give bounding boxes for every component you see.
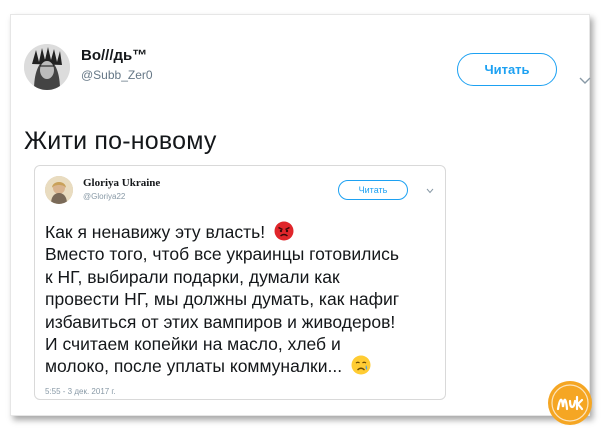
quoted-author-name[interactable]: Gloriya Ukraine bbox=[83, 177, 160, 189]
author-name[interactable]: Bo///дь™ bbox=[81, 47, 147, 64]
angry-face-emoji bbox=[274, 221, 294, 241]
quoted-author-avatar[interactable] bbox=[45, 176, 73, 204]
quoted-follow-button[interactable]: Читать bbox=[338, 180, 408, 200]
quoted-line: Как я ненавижу эту власть! bbox=[45, 221, 399, 243]
quoted-line: молоко, после уплаты коммуналки... bbox=[45, 355, 399, 377]
author-handle[interactable]: @Subb_Zer0 bbox=[81, 68, 153, 82]
tweet-text: Жити по-новому bbox=[24, 127, 217, 155]
follow-button[interactable]: Читать bbox=[457, 53, 557, 86]
quoted-line: Вместо того, чтоб все украинцы готовилис… bbox=[45, 244, 400, 265]
author-avatar[interactable] bbox=[24, 44, 70, 90]
quoted-line: провести НГ, мы должны думать, как нафиг bbox=[45, 289, 400, 310]
quoted-tweet-text: Как я ненавижу эту власть! Вместо того, … bbox=[45, 221, 399, 378]
quoted-chevron-down-icon[interactable] bbox=[426, 188, 434, 194]
quoted-timestamp[interactable]: 5:55 - 3 дек. 2017 г. bbox=[45, 387, 116, 396]
quoted-line: избавиться от этих вампиров и живодеров! bbox=[45, 311, 396, 332]
quoted-line: к НГ, выбирали подарки, думали как bbox=[45, 266, 340, 287]
quoted-line: И считаем копейки на масло, хлеб и bbox=[45, 334, 341, 355]
muka-logo bbox=[548, 381, 592, 425]
tweet-card: Bo///дь™ @Subb_Zer0 Читать Жити по-новом… bbox=[10, 14, 592, 425]
crying-face-emoji bbox=[351, 355, 371, 375]
chevron-down-icon[interactable] bbox=[579, 77, 591, 85]
quoted-tweet[interactable]: Gloriya Ukraine @Gloriya22 Читать Как я … bbox=[34, 165, 446, 400]
quoted-author-handle[interactable]: @Gloriya22 bbox=[83, 192, 125, 201]
